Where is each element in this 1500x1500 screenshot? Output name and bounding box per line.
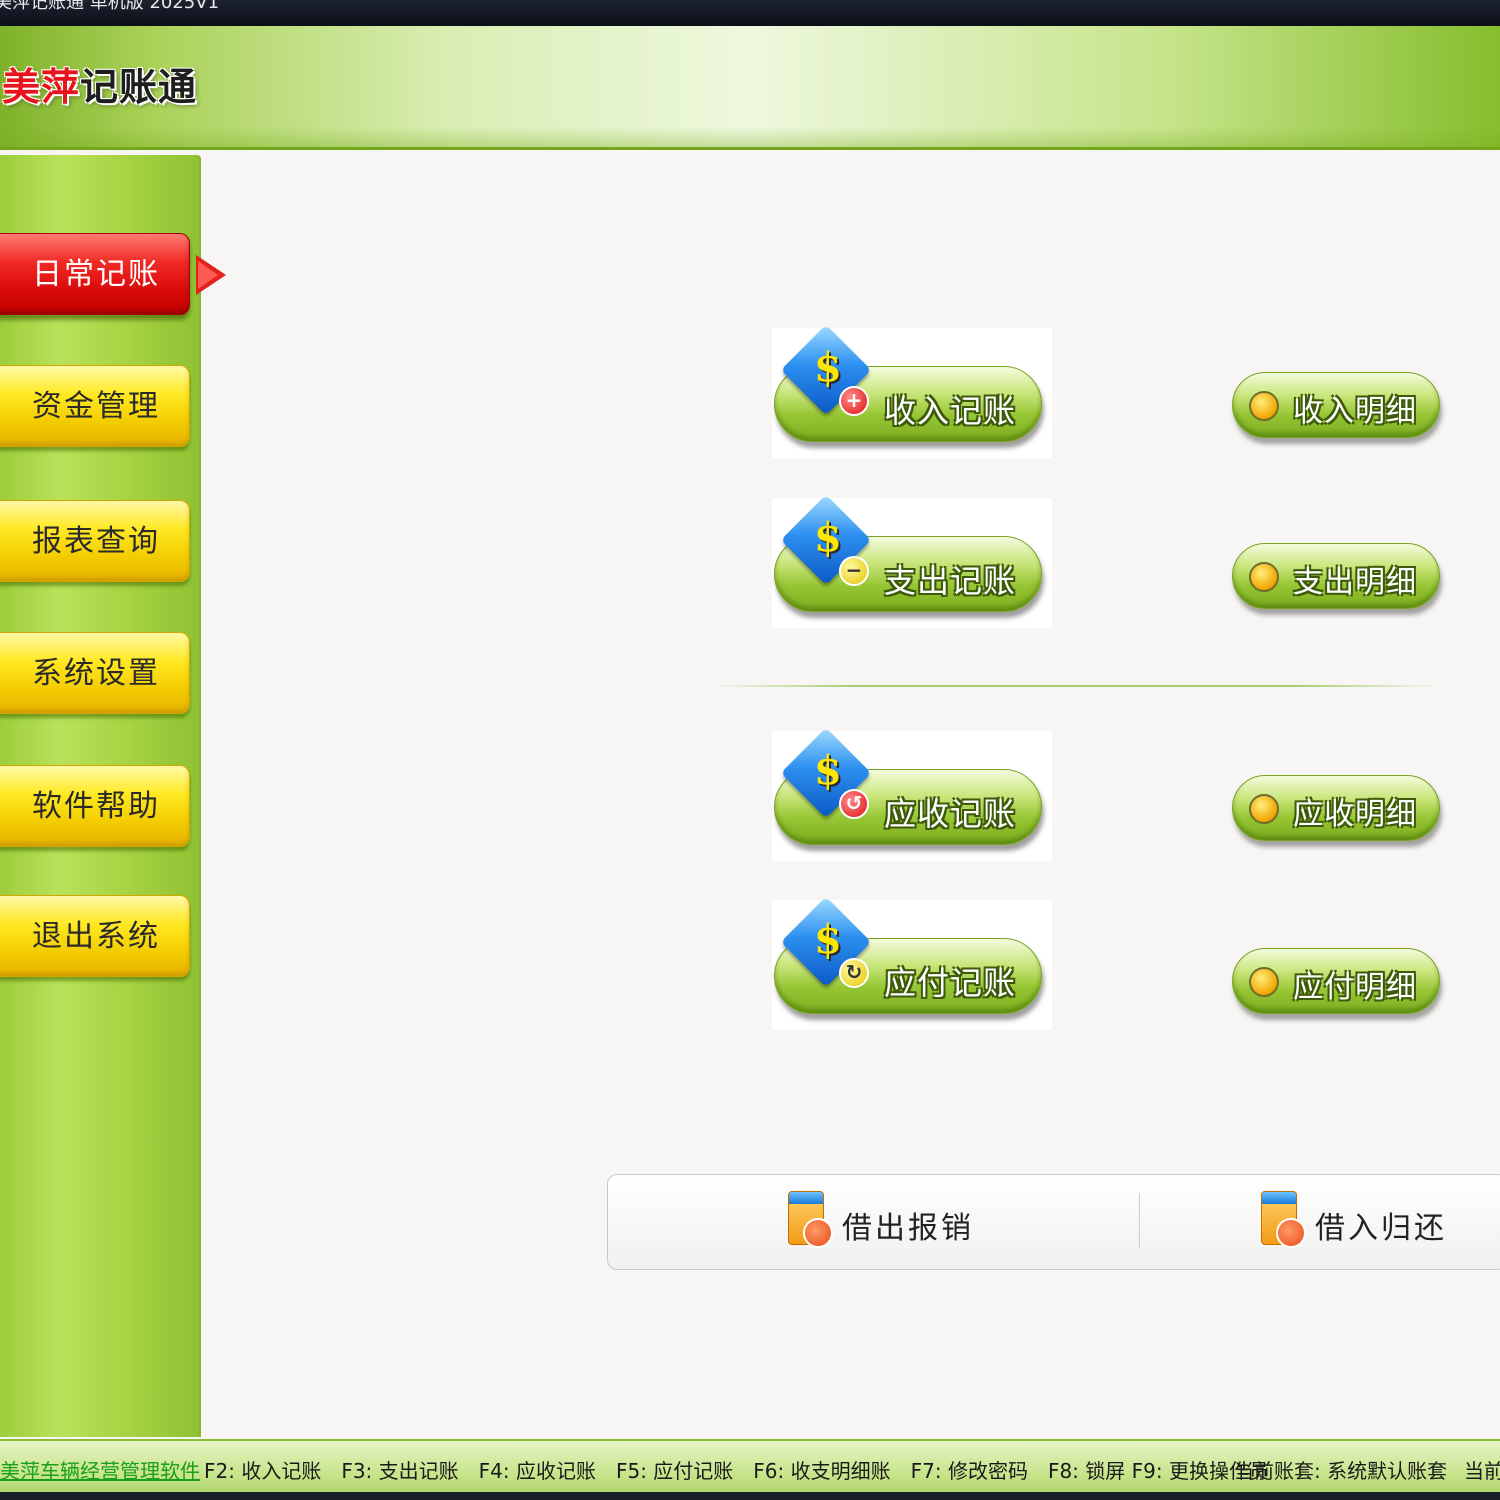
sidebar: 日常记账 资金管理 报表查询 系统设置 软件帮助 退出系统: [0, 155, 226, 1437]
orange-dot-icon: [1249, 562, 1279, 592]
income-entry-label: 收入记账: [884, 392, 1017, 430]
payable-detail-label: 应付明细: [1293, 970, 1417, 1005]
income-detail-button[interactable]: 收入明细: [1232, 372, 1440, 438]
status-bar: 美萍车辆经营管理软件 F2: 收入记账 F3: 支出记账 F4: 应收记账 F5…: [0, 1439, 1500, 1500]
undo-icon: ↺: [839, 789, 869, 819]
plus-icon: +: [839, 386, 869, 416]
document-icon: [1261, 1191, 1306, 1248]
dollar-icon: $: [814, 344, 842, 391]
window-title-bar: 美萍记账通 单机版 2025V1: [0, 0, 1500, 26]
payable-detail-button[interactable]: 应付明细: [1232, 948, 1440, 1014]
expense-detail-label: 支出明细: [1293, 565, 1417, 600]
receivable-detail-label: 应收明细: [1293, 797, 1417, 832]
sidebar-item-fund-management[interactable]: 资金管理: [0, 365, 190, 447]
payable-entry-label: 应付记账: [884, 964, 1017, 1002]
income-entry-button[interactable]: $ + 收入记账: [772, 324, 1052, 458]
receivable-entry-label: 应收记账: [884, 795, 1017, 833]
dollar-icon: $: [814, 747, 842, 794]
dollar-icon: $: [814, 916, 842, 963]
product-link[interactable]: 美萍车辆经营管理软件: [0, 1455, 200, 1484]
expense-entry-label: 支出记账: [884, 562, 1017, 600]
sidebar-item-label: 资金管理: [32, 389, 160, 424]
redo-icon: ↻: [839, 958, 869, 988]
borrow-return-label: 借入归还: [1315, 1211, 1447, 1246]
section-divider: [710, 685, 1440, 687]
sidebar-item-label: 软件帮助: [32, 789, 160, 824]
status-trailing-text: 当前: [1464, 1459, 1500, 1483]
sidebar-item-software-help[interactable]: 软件帮助: [0, 765, 190, 847]
sidebar-item-label: 日常记账: [32, 257, 160, 292]
expense-entry-button[interactable]: $ − 支出记账: [772, 494, 1052, 628]
window-title: 美萍记账通 单机版 2025V1: [0, 0, 220, 13]
document-icon: [788, 1191, 833, 1248]
sidebar-item-report-query[interactable]: 报表查询: [0, 500, 190, 582]
toolbar-separator: [1139, 1193, 1140, 1249]
app-header: 美萍记账通: [0, 26, 1500, 150]
logo-dark-text: 记账通: [80, 65, 198, 109]
app-logo: 美萍记账通: [2, 56, 197, 111]
payable-entry-button[interactable]: $ ↻ 应付记账: [772, 896, 1052, 1030]
lend-reimburse-label: 借出报销: [842, 1211, 974, 1246]
dollar-icon: $: [814, 514, 842, 561]
minus-icon: −: [839, 556, 869, 586]
sidebar-item-system-settings[interactable]: 系统设置: [0, 632, 190, 714]
active-indicator-arrow-icon: [196, 255, 226, 295]
sidebar-item-label: 报表查询: [32, 524, 160, 559]
sidebar-item-exit-system[interactable]: 退出系统: [0, 895, 190, 977]
orange-dot-icon: [1249, 391, 1279, 421]
shortcut-hints: F2: 收入记账 F3: 支出记账 F4: 应收记账 F5: 应付记账 F6: …: [204, 1459, 1269, 1483]
sidebar-item-label: 退出系统: [32, 919, 160, 954]
expense-detail-button[interactable]: 支出明细: [1232, 543, 1440, 609]
current-account-set: 当前账套: 系统默认账套: [1234, 1459, 1448, 1483]
receivable-detail-button[interactable]: 应收明细: [1232, 775, 1440, 841]
sidebar-item-label: 系统设置: [32, 656, 160, 691]
orange-dot-icon: [1249, 794, 1279, 824]
loan-toolbar: 借出报销 借入归还: [607, 1174, 1500, 1270]
orange-dot-icon: [1249, 967, 1279, 997]
receivable-entry-button[interactable]: $ ↺ 应收记账: [772, 727, 1052, 861]
logo-red-text: 美萍: [2, 65, 81, 109]
income-detail-label: 收入明细: [1293, 394, 1417, 429]
sidebar-item-daily-accounting[interactable]: 日常记账: [0, 233, 190, 315]
